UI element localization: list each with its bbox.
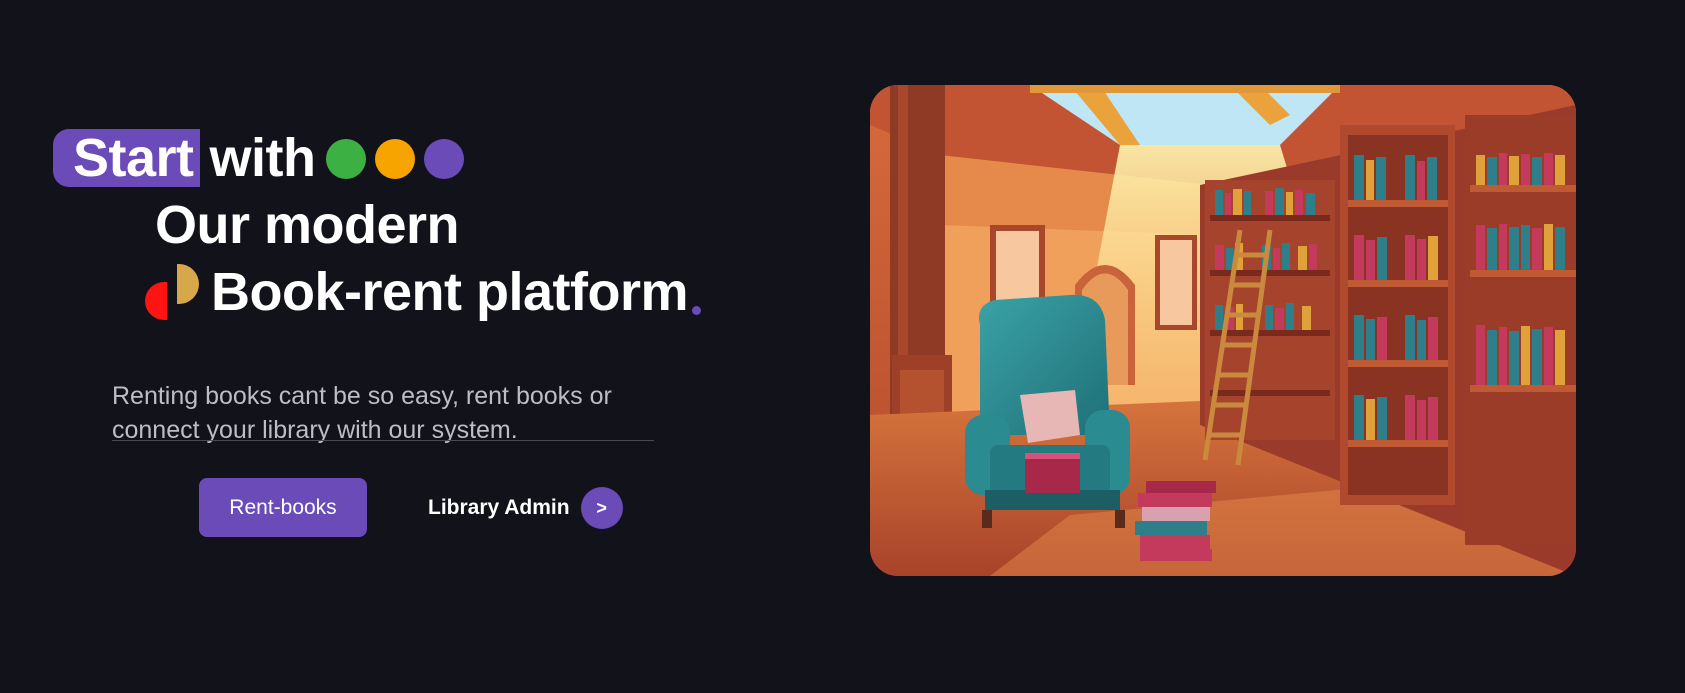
headline-start-highlight: Start: [53, 129, 200, 187]
library-room-image: [870, 85, 1576, 576]
headline-period-dot: [692, 306, 701, 315]
rent-books-button[interactable]: Rent-books: [199, 478, 367, 537]
arrow-right-icon[interactable]: >: [580, 487, 623, 529]
headline-with-word: with: [209, 128, 316, 188]
hero-text-section: Start with Our modern Book-rent platform …: [0, 0, 760, 693]
headline-line-1: Start with: [53, 126, 464, 190]
library-admin-link[interactable]: Library Admin >: [428, 487, 623, 529]
headline-book-rent-platform: Book-rent platform: [211, 262, 689, 322]
headline-line-2: Our modern: [155, 195, 460, 255]
headline-line-3: Book-rent platform: [145, 260, 701, 324]
hero-subtitle: Renting books cant be so easy, rent book…: [112, 382, 612, 444]
library-admin-label: Library Admin: [428, 496, 570, 519]
brand-logo-icon: [145, 264, 201, 320]
orange-dot-icon: [374, 139, 415, 179]
library-illustration: [870, 85, 1576, 576]
green-dot-icon: [325, 139, 366, 179]
color-dots: [325, 139, 464, 179]
purple-dot-icon: [423, 139, 464, 179]
divider: [112, 440, 654, 441]
